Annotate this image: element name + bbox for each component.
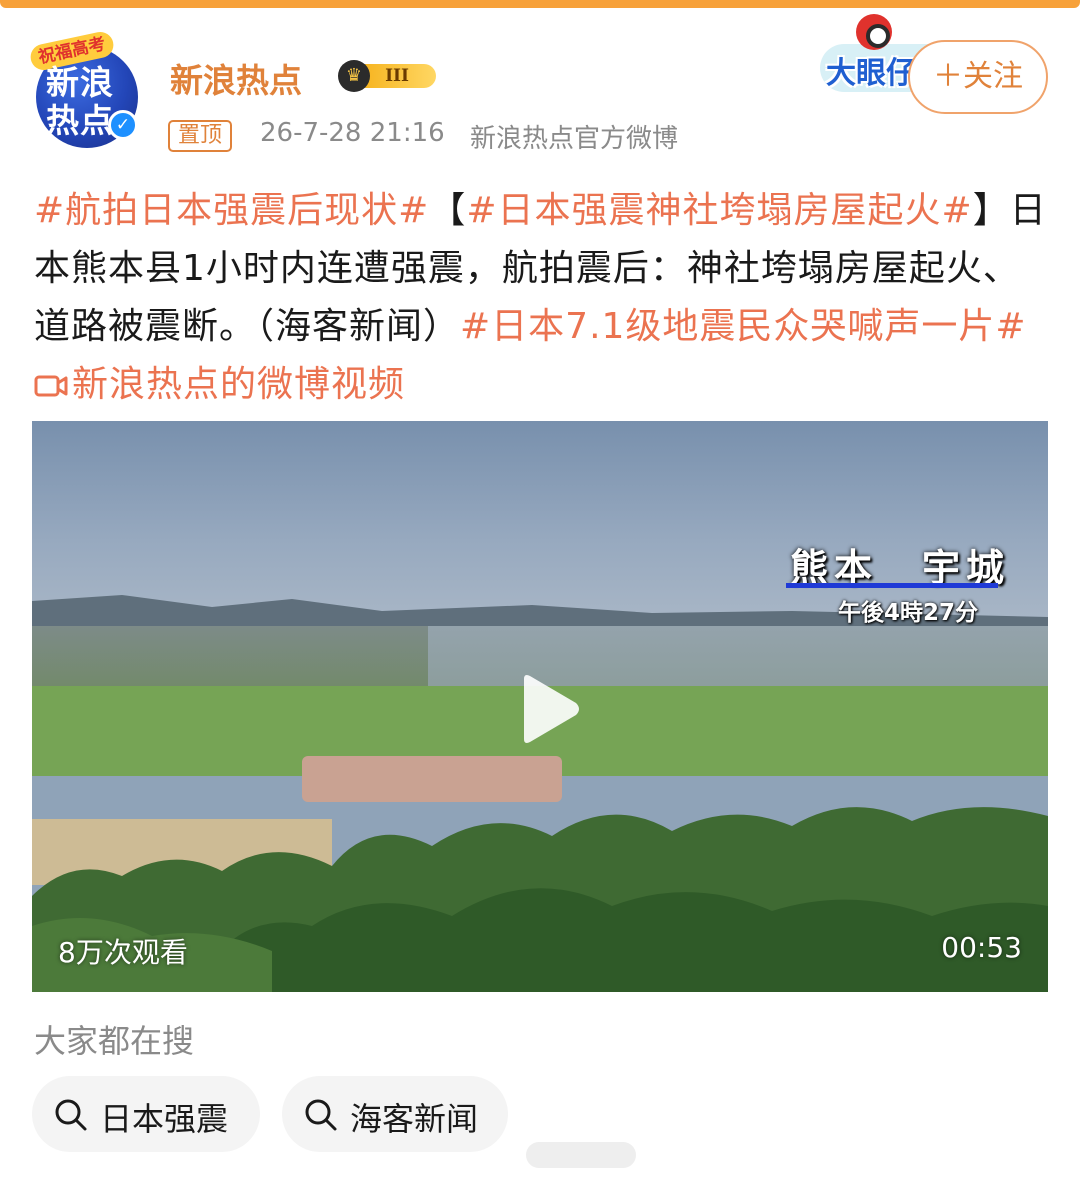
verified-icon: ✓ [108, 110, 138, 140]
follow-button[interactable]: ＋关注 [908, 40, 1048, 114]
search-icon [305, 1099, 337, 1131]
post-source: 新浪热点官方微博 [470, 124, 679, 154]
trending-search-title: 大家都在搜 [34, 1022, 195, 1060]
video-duration: 00:53 [941, 931, 1022, 964]
video-time-overlay: 午後4時27分 [838, 600, 979, 626]
event-badge-text: 大眼仔 [826, 56, 916, 91]
post-text-segment: 【 [429, 190, 467, 231]
blurred-chip-placeholder [526, 1142, 636, 1168]
hashtag-link[interactable]: #航拍日本强震后现状# [34, 190, 429, 231]
search-chip-label: 日本强震 [100, 1100, 229, 1138]
mascot-icon [856, 14, 892, 50]
username[interactable]: 新浪热点 [170, 54, 302, 102]
post-text: #航拍日本强震后现状#【#日本强震神社垮塌房屋起火#】日本熊本县1小时内连遭强震… [34, 182, 1050, 414]
hashtag-link[interactable]: #日本7.1级地震民众哭喊声一片# [460, 306, 1027, 347]
crown-icon: ♛ [338, 60, 370, 92]
video-overlay-line [786, 583, 998, 588]
pinned-tag: 置顶 [168, 120, 233, 152]
video-link-label: 新浪热点的微博视频 [72, 364, 406, 405]
video-camera-icon [34, 375, 68, 397]
search-chip-label: 海客新闻 [350, 1100, 479, 1138]
post-timestamp: 26-7-28 21:16 [260, 118, 445, 148]
avatar[interactable]: 祝福高考 新浪热点 ✓ [28, 29, 138, 148]
level-badge[interactable]: III ♛ [338, 60, 438, 92]
video-player[interactable]: 熊本 宇城 午後4時27分 8万次观看 00:53 [32, 421, 1048, 992]
top-accent-strip [0, 0, 1080, 8]
video-link[interactable]: 新浪热点的微博视频 [34, 364, 405, 405]
video-view-count: 8万次观看 [58, 936, 188, 969]
search-chip[interactable]: 日本强震 [32, 1076, 260, 1152]
search-icon [55, 1099, 87, 1131]
search-chip[interactable]: 海客新闻 [282, 1076, 508, 1152]
hashtag-link[interactable]: #日本强震神社垮塌房屋起火# [466, 190, 972, 231]
play-icon[interactable] [510, 673, 582, 745]
